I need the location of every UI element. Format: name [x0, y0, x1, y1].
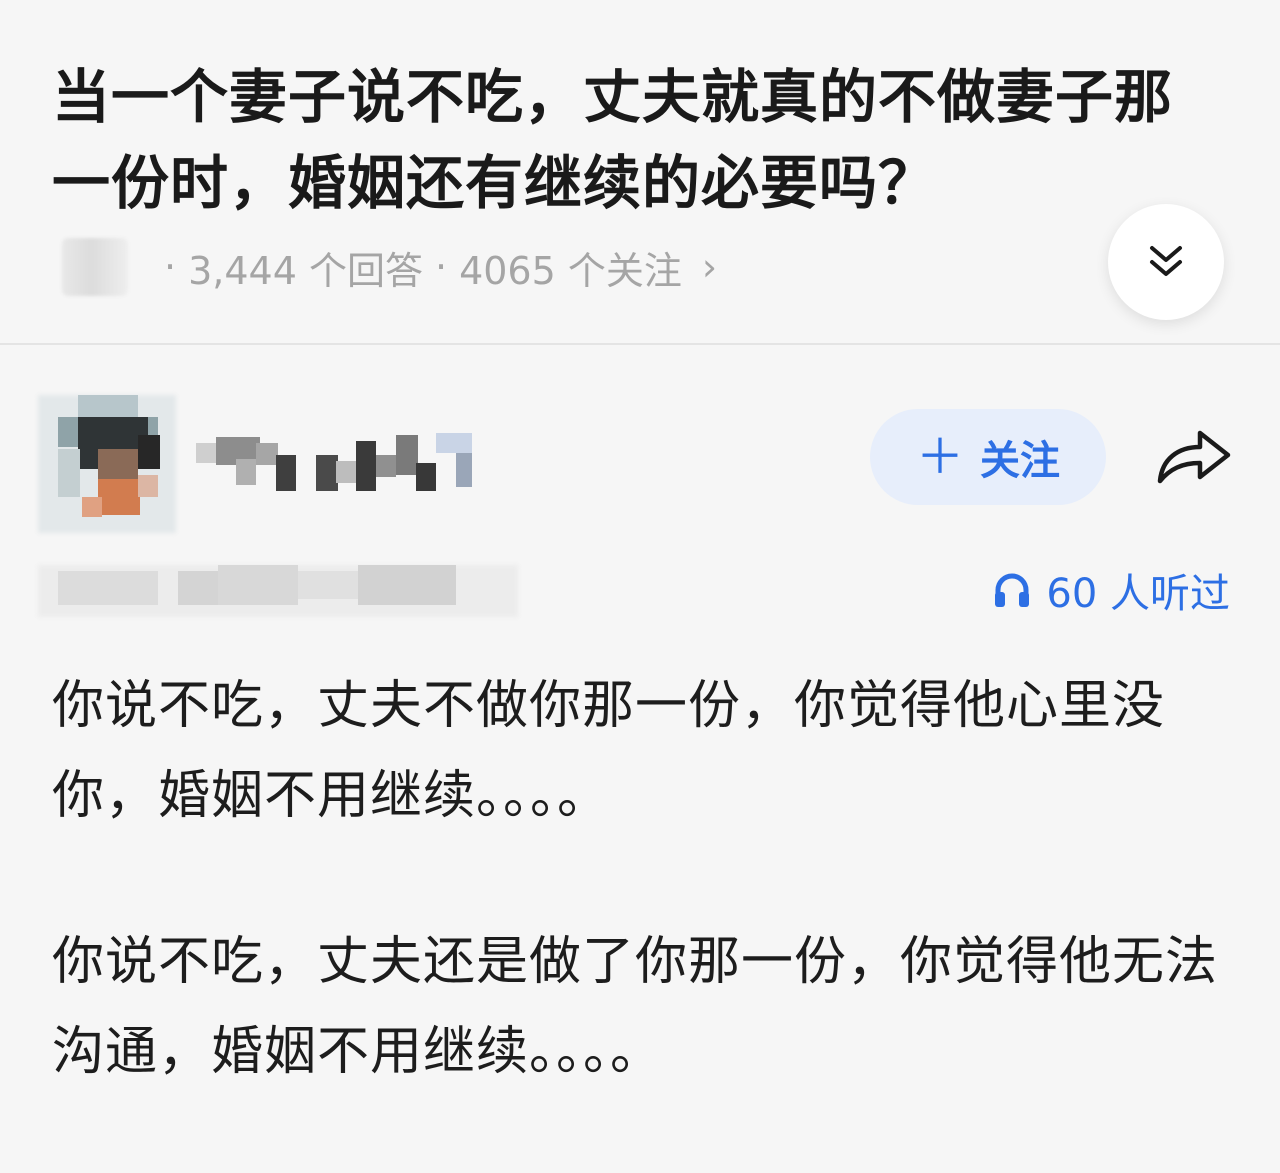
answer-paragraph: 你说不吃，丈夫不做你那一份，你觉得他心里没你，婚姻不用继续。。。。 — [52, 676, 1166, 826]
follower-count: 4065 个关注 — [459, 248, 682, 293]
topic-avatar — [62, 238, 128, 296]
avatar[interactable] — [38, 395, 176, 533]
answer-content[interactable]: 你说不吃，丈夫不做你那一份，你觉得他心里没你，婚姻不用继续。。。。 你说不吃，丈… — [52, 661, 1242, 1173]
double-chevron-down-icon — [1150, 246, 1182, 276]
listen-count-text: 60 人听过 — [1046, 571, 1230, 617]
listen-count[interactable]: 60 人听过 — [992, 561, 1230, 619]
follow-label: 关注 — [980, 438, 1060, 484]
question-title[interactable]: 当一个妻子说不吃，丈夫就真的不做妻子那一份时，婚姻还有继续的必要吗？ — [52, 54, 1202, 226]
meta-separator: · — [434, 245, 448, 289]
answer-count: 3,444 个回答 — [188, 248, 423, 293]
share-button[interactable] — [1152, 425, 1236, 489]
plus-icon: ＋ — [915, 429, 964, 485]
author-name[interactable] — [196, 433, 476, 495]
answer-card: ＋ 关注 60 人听过 你说不吃，丈夫不做你那一份，你觉得他心里没你，婚姻不用继… — [0, 345, 1280, 1129]
follow-button[interactable]: ＋ 关注 — [870, 409, 1106, 505]
headphones-icon — [995, 573, 1030, 607]
expand-button[interactable] — [1108, 204, 1224, 320]
question-meta[interactable]: · 3,444 个回答 · 4065 个关注 › — [62, 236, 717, 298]
author-bio — [38, 565, 518, 617]
question-header: 当一个妻子说不吃，丈夫就真的不做妻子那一份时，婚姻还有继续的必要吗？ · 3,4… — [0, 0, 1280, 345]
meta-separator: · — [164, 245, 177, 289]
answer-paragraph: 你说不吃，丈夫还是做了你那一份，你觉得他无法沟通，婚姻不用继续。。。。 — [52, 932, 1219, 1082]
chevron-right-icon: › — [701, 245, 718, 289]
share-arrow-icon — [1157, 430, 1231, 484]
